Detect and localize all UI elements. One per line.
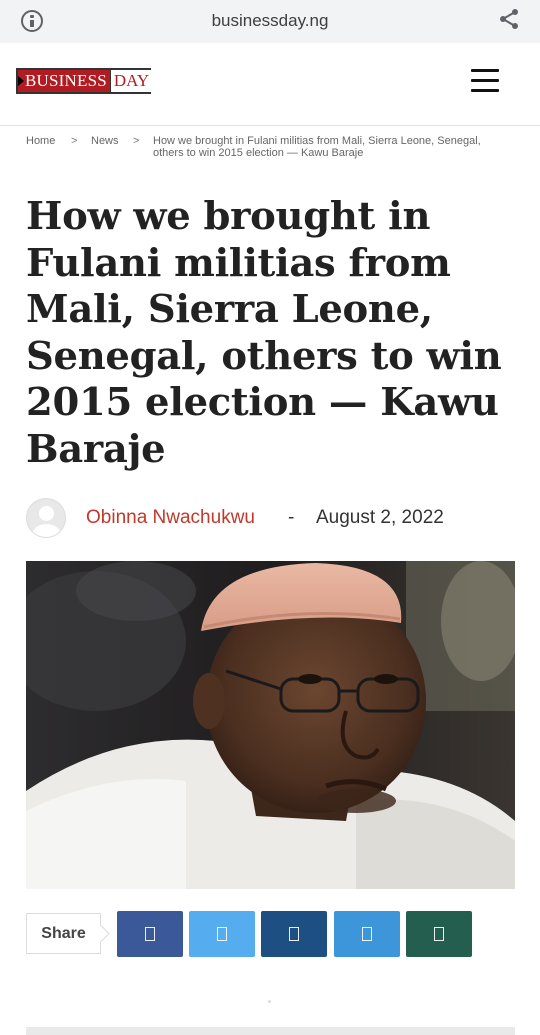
- breadcrumb-current: How we brought in Fulani militias from M…: [153, 135, 481, 159]
- url-text[interactable]: businessday.ng: [0, 11, 540, 31]
- facebook-icon: [145, 927, 155, 941]
- loading-dot: [268, 1000, 271, 1003]
- breadcrumb-separator: >: [71, 135, 78, 147]
- telegram-share-button[interactable]: [334, 911, 400, 957]
- twitter-icon: [217, 927, 227, 941]
- browser-url-bar: businessday.ng: [0, 0, 540, 43]
- article-title: How we brought in Fulani militias from M…: [26, 194, 502, 472]
- logo-text-day: DAY: [109, 70, 153, 92]
- whatsapp-share-button[interactable]: [406, 911, 472, 957]
- facebook-share-button[interactable]: [117, 911, 183, 957]
- breadcrumb-separator: >: [133, 135, 140, 147]
- site-logo[interactable]: BUSINESS DAY: [16, 68, 153, 94]
- twitter-share-button[interactable]: [189, 911, 255, 957]
- share-icon[interactable]: [498, 8, 520, 30]
- logo-text-business: BUSINESS: [25, 71, 107, 90]
- linkedin-icon: [289, 927, 299, 941]
- telegram-icon: [362, 927, 372, 941]
- publish-date: August 2, 2022: [316, 507, 444, 528]
- breadcrumb-news[interactable]: News: [91, 135, 119, 147]
- author-name-link[interactable]: Obinna Nwachukwu: [86, 507, 255, 529]
- hamburger-menu-icon[interactable]: [471, 69, 499, 93]
- linkedin-share-button[interactable]: [261, 911, 327, 957]
- author-avatar[interactable]: [26, 498, 66, 538]
- share-label: Share: [26, 913, 101, 954]
- meta-separator: -: [288, 507, 295, 528]
- whatsapp-icon: [434, 927, 444, 941]
- breadcrumb-home[interactable]: Home: [26, 135, 55, 147]
- featured-image: [26, 561, 515, 889]
- content-divider: [26, 1027, 515, 1035]
- site-header: BUSINESS DAY: [0, 43, 540, 126]
